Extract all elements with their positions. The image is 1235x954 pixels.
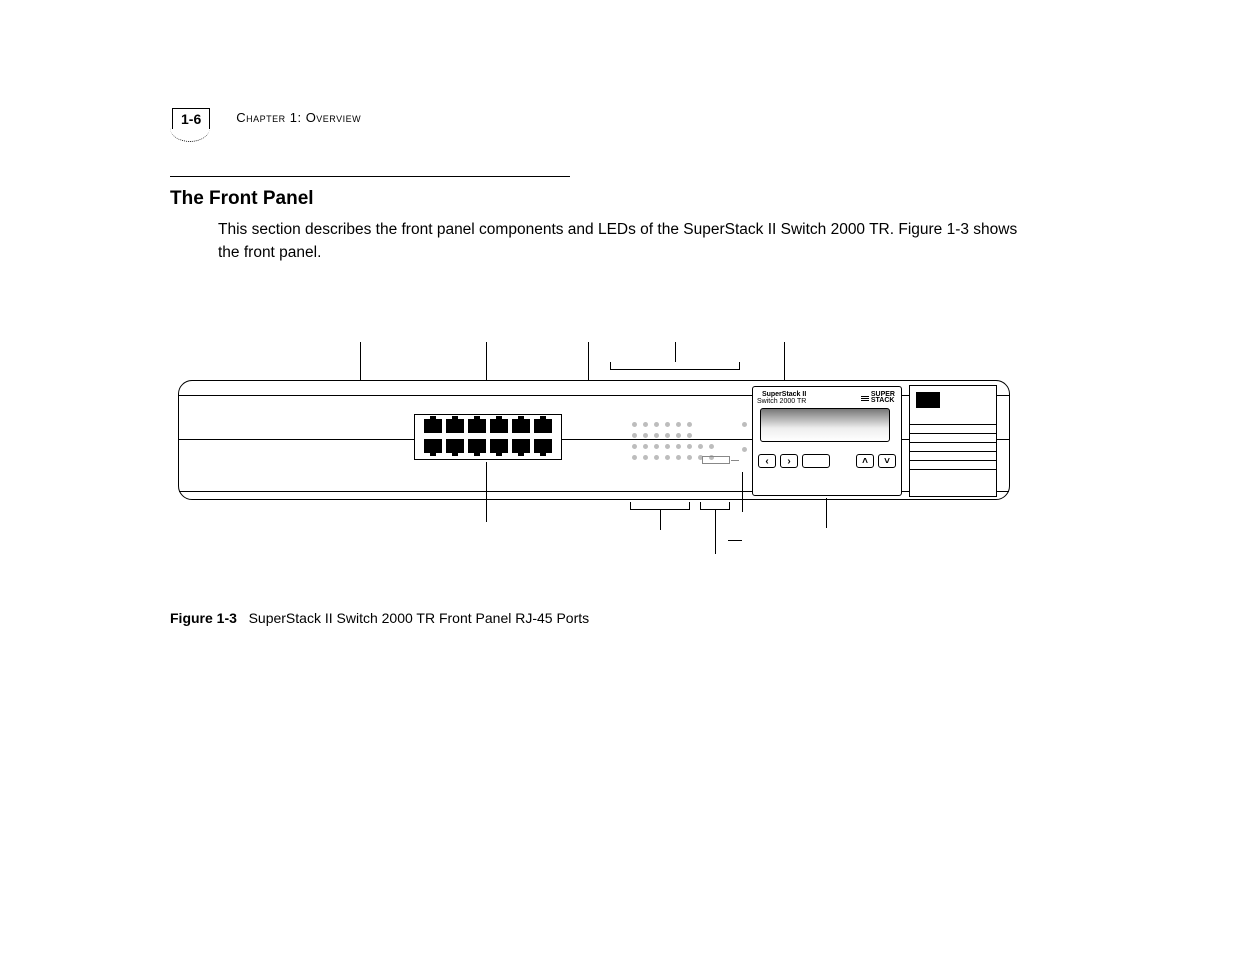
callout-line <box>826 498 827 528</box>
rj45-port <box>534 419 552 433</box>
card-slot <box>702 456 730 464</box>
nav-right-button: › <box>780 454 798 468</box>
callout-line <box>660 510 661 530</box>
figure-caption: Figure 1-3 SuperStack II Switch 2000 TR … <box>170 610 589 626</box>
callout-bracket <box>700 502 730 510</box>
lcd-display <box>760 408 890 442</box>
rj45-port <box>490 439 508 453</box>
callout-line <box>715 510 716 554</box>
rj45-port-cluster <box>414 414 562 460</box>
led-matrix <box>632 422 738 460</box>
decorative-curve <box>170 128 210 142</box>
rj45-port <box>446 419 464 433</box>
rj45-port <box>468 419 486 433</box>
led-extra <box>742 422 747 452</box>
page-header: 1-6 Chapter 1: Overview <box>172 108 361 129</box>
product-name-line2: Switch 2000 TR <box>757 398 806 405</box>
rj45-port <box>512 419 530 433</box>
nav-left-button: ‹ <box>758 454 776 468</box>
superstack-logo: SUPERSTACK <box>861 392 895 405</box>
callout-bracket <box>630 502 690 510</box>
chapter-label: Chapter 1: Overview <box>236 110 361 125</box>
callout-line <box>742 472 743 512</box>
callout-line <box>675 342 676 362</box>
nav-down-button: ˅ <box>878 454 896 468</box>
page-number: 1-6 <box>172 108 210 129</box>
section-title: The Front Panel <box>170 188 314 210</box>
section-body: This section describes the front panel c… <box>218 218 1038 265</box>
figure-label: Figure 1-3 <box>170 610 237 626</box>
brand-panel <box>909 385 997 497</box>
enter-button <box>802 454 830 468</box>
figure-caption-text: SuperStack II Switch 2000 TR Front Panel… <box>249 610 590 626</box>
rj45-port <box>534 439 552 453</box>
rj45-port <box>490 419 508 433</box>
rj45-port <box>424 419 442 433</box>
control-buttons: ‹ › ˄ ˅ <box>758 454 896 468</box>
rj45-port <box>512 439 530 453</box>
rj45-port <box>468 439 486 453</box>
callout-line <box>486 462 487 522</box>
rj45-port <box>424 439 442 453</box>
callout-line <box>360 342 361 380</box>
callout-line <box>728 540 742 541</box>
product-label: SuperStack II Switch 2000 TR SUPERSTACK <box>753 391 899 405</box>
nav-up-button: ˄ <box>856 454 874 468</box>
figure-front-panel: SuperStack II Switch 2000 TR SUPERSTACK … <box>170 342 1020 562</box>
callout-bracket <box>610 362 740 370</box>
product-name-line1: SuperStack II <box>757 391 806 398</box>
rj45-port <box>446 439 464 453</box>
section-rule <box>170 176 570 177</box>
